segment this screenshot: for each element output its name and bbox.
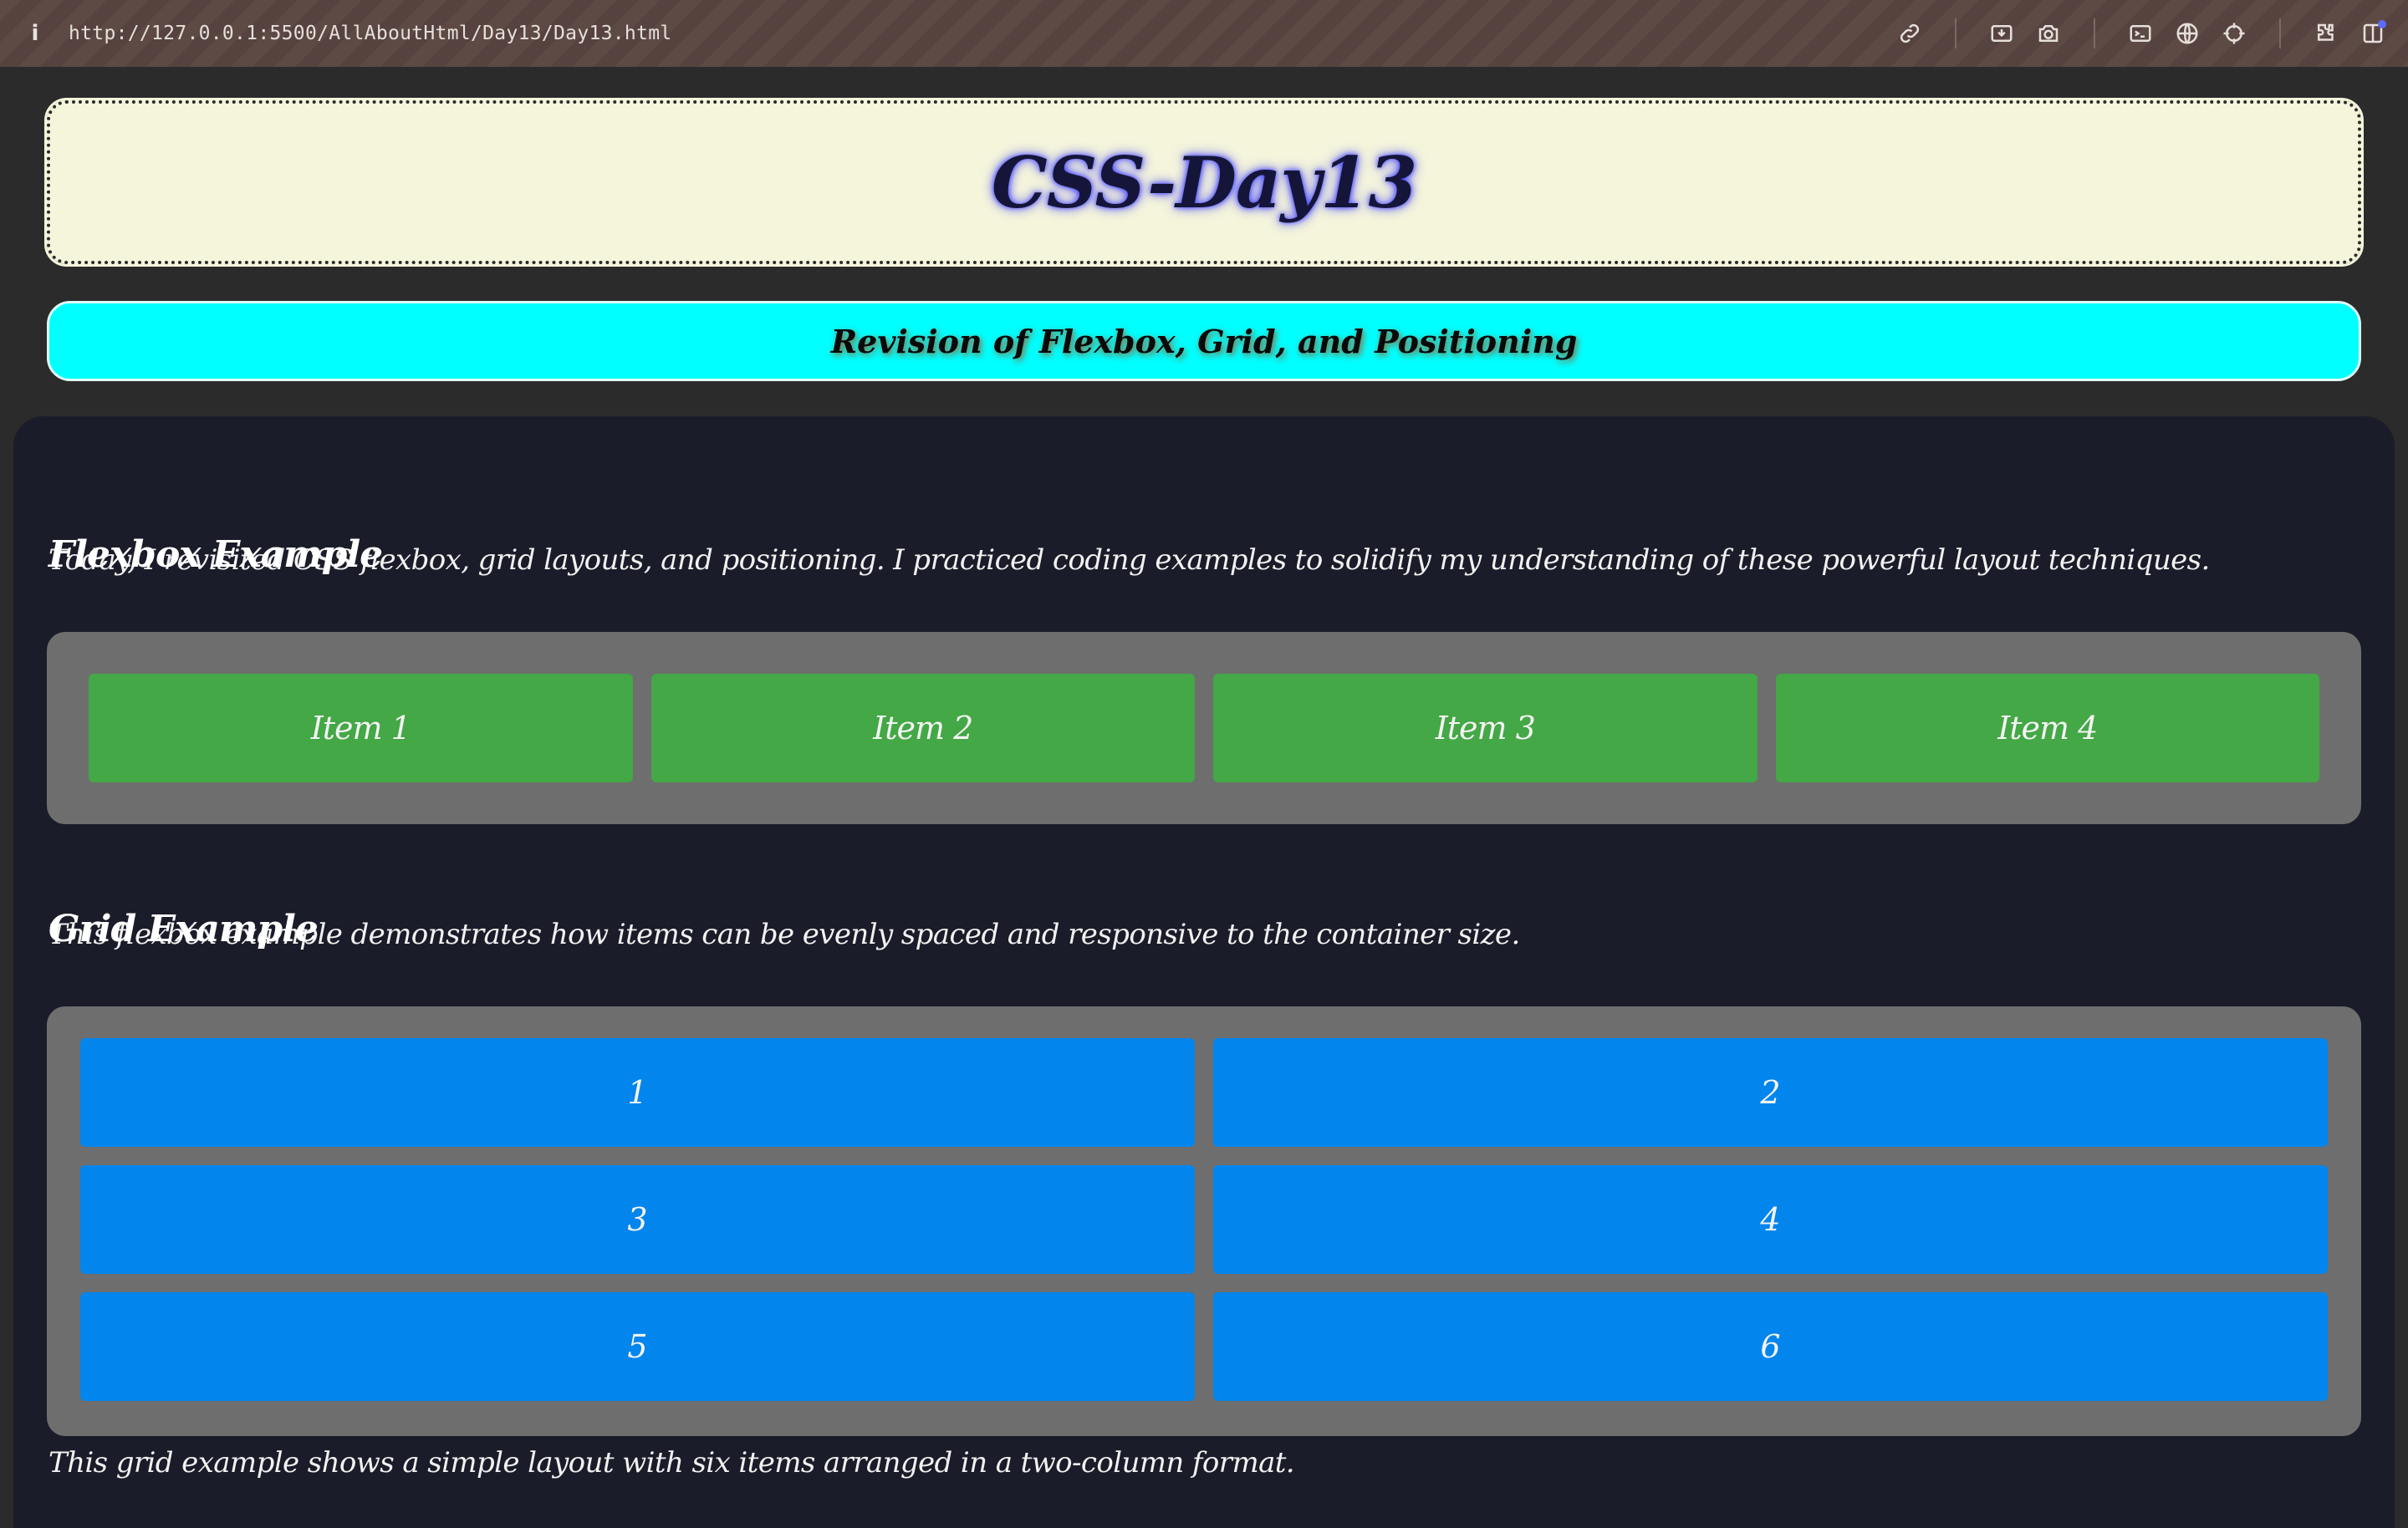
page-subtitle: Revision of Flexbox, Grid, and Positioni… xyxy=(830,322,1578,360)
toolbar-divider xyxy=(1955,18,1956,48)
flex-item: Item 3 xyxy=(1213,674,1758,782)
toolbar-icons xyxy=(1881,15,2391,52)
grid-container: 1 2 3 4 5 6 xyxy=(47,1006,2361,1436)
grid-item: 3 xyxy=(80,1165,1195,1274)
page: CSS-Day13 Revision of Flexbox, Grid, and… xyxy=(0,67,2408,1528)
toolbar-divider xyxy=(2279,18,2281,48)
page-title: CSS-Day13 xyxy=(991,140,1417,224)
notification-dot xyxy=(2378,20,2386,28)
subheader: Revision of Flexbox, Grid, and Positioni… xyxy=(47,301,2361,381)
main-content: Today, I revisited CSS flexbox, grid lay… xyxy=(13,416,2395,1528)
grid-item: 1 xyxy=(80,1038,1195,1147)
header: CSS-Day13 xyxy=(44,98,2364,267)
terminal-icon[interactable] xyxy=(2122,15,2159,52)
flex-item: Item 4 xyxy=(1775,674,2319,782)
grid-heading: Grid Example xyxy=(48,908,319,950)
screenshot-icon[interactable] xyxy=(1983,15,2020,52)
link-icon[interactable] xyxy=(1891,15,1928,52)
flexbox-container: Item 1 Item 2 Item 3 Item 4 xyxy=(47,632,2361,824)
toolbar-divider xyxy=(2094,18,2095,48)
globe-icon[interactable] xyxy=(2169,15,2206,52)
grid-item: 2 xyxy=(1213,1038,2328,1147)
camera-icon[interactable] xyxy=(2030,15,2067,52)
sidebar-icon[interactable] xyxy=(2354,15,2391,52)
grid-item: 6 xyxy=(1213,1292,2328,1401)
flexbox-heading: Flexbox Example xyxy=(48,533,383,576)
flex-item: Item 2 xyxy=(650,674,1195,782)
grid-description: This grid example shows a simple layout … xyxy=(48,1446,1295,1480)
info-icon[interactable]: i xyxy=(18,21,52,46)
grid-item: 4 xyxy=(1213,1165,2328,1274)
crosshair-icon[interactable] xyxy=(2216,15,2252,52)
flex-item: Item 1 xyxy=(89,674,633,782)
browser-toolbar: i http://127.0.0.1:5500/AllAboutHtml/Day… xyxy=(0,0,2408,67)
grid-item: 5 xyxy=(80,1292,1195,1401)
extensions-icon[interactable] xyxy=(2308,15,2344,52)
address-bar[interactable]: http://127.0.0.1:5500/AllAboutHtml/Day13… xyxy=(69,23,672,44)
